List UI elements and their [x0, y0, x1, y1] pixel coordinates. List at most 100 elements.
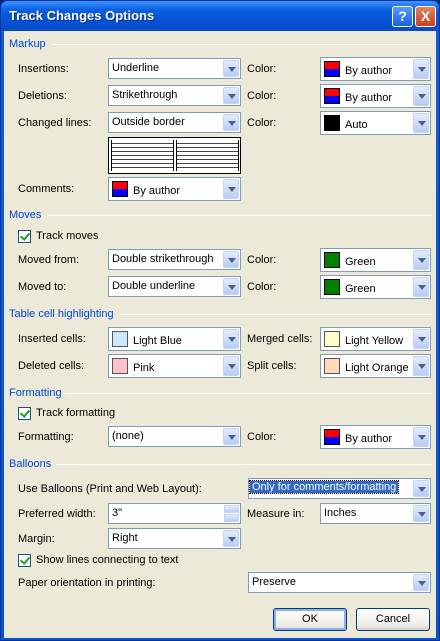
chevron-down-icon[interactable]: [223, 428, 239, 445]
margin-label: Margin:: [18, 533, 55, 545]
track-formatting-label: Track formatting: [36, 407, 116, 419]
color-swatch: [324, 279, 340, 295]
chevron-down-icon[interactable]: [413, 277, 429, 297]
color-swatch: [324, 252, 340, 268]
dialog-client: Markup Insertions: Underline Color: By a…: [4, 31, 436, 638]
use-balloons-select[interactable]: Only for comments/formatting: [248, 478, 431, 499]
color-swatch: [324, 88, 340, 104]
color-swatch: [112, 358, 128, 374]
color-swatch: [324, 331, 340, 347]
moved-to-color-select[interactable]: Green: [320, 275, 431, 299]
insertions-select[interactable]: Underline: [108, 58, 241, 79]
chevron-down-icon[interactable]: [413, 329, 429, 349]
chevron-down-icon[interactable]: [413, 59, 429, 79]
merged-cells-label: Merged cells:: [247, 333, 313, 345]
divider: [66, 393, 432, 394]
moves-group-title: Moves: [9, 209, 42, 221]
chevron-down-icon[interactable]: [223, 356, 239, 376]
color-swatch: [324, 61, 340, 77]
chevron-down-icon[interactable]: [413, 505, 429, 522]
chevron-down-icon[interactable]: [223, 179, 239, 199]
title-bar[interactable]: Track Changes Options ? X: [1, 1, 439, 31]
chevron-down-icon[interactable]: [413, 250, 429, 270]
moved-from-select[interactable]: Double strikethrough: [108, 249, 241, 270]
chevron-down-icon[interactable]: [223, 251, 239, 268]
help-button[interactable]: ?: [392, 6, 413, 27]
track-formatting-checkbox[interactable]: [18, 407, 31, 420]
changed-lines-preview: [108, 137, 241, 174]
moved-from-label: Moved from:: [18, 254, 80, 266]
formatting-label: Formatting:: [18, 431, 74, 443]
changed-lines-select[interactable]: Outside border: [108, 112, 241, 133]
show-lines-checkbox[interactable]: [18, 554, 31, 567]
formatting-select[interactable]: (none): [108, 426, 241, 447]
deletions-select[interactable]: Strikethrough: [108, 85, 241, 106]
deletions-color-label: Color:: [247, 90, 277, 102]
moved-to-color-label: Color:: [247, 281, 277, 293]
chevron-down-icon[interactable]: [223, 114, 239, 131]
insertions-label: Insertions:: [18, 63, 69, 75]
preferred-width-input[interactable]: 3": [108, 503, 241, 524]
chevron-down-icon[interactable]: [413, 574, 429, 591]
changed-lines-color-label: Color:: [247, 117, 277, 129]
chevron-down-icon[interactable]: [413, 427, 429, 447]
use-balloons-label: Use Balloons (Print and Web Layout):: [18, 483, 202, 495]
divider: [48, 215, 432, 216]
moved-from-color-label: Color:: [247, 254, 277, 266]
dialog-title: Track Changes Options: [9, 8, 155, 23]
formatting-group-title: Formatting: [9, 387, 62, 399]
color-swatch: [112, 331, 128, 347]
moved-from-color-select[interactable]: Green: [320, 248, 431, 272]
divider: [52, 44, 432, 45]
chevron-down-icon[interactable]: [223, 530, 239, 547]
insertions-color-select[interactable]: By author: [320, 57, 431, 81]
chevron-down-icon[interactable]: [223, 87, 239, 104]
chevron-down-icon[interactable]: [223, 278, 239, 295]
chevron-down-icon[interactable]: [413, 356, 429, 376]
dialog-window: Track Changes Options ? X Markup Inserti…: [0, 0, 440, 641]
divider: [56, 464, 432, 465]
split-cells-select[interactable]: Light Orange: [320, 354, 431, 378]
margin-select[interactable]: Right: [108, 528, 241, 549]
color-swatch: [324, 358, 340, 374]
formatting-color-label: Color:: [247, 431, 277, 443]
ok-button[interactable]: OK: [273, 608, 347, 631]
chevron-down-icon[interactable]: [223, 60, 239, 77]
deleted-cells-label: Deleted cells:: [18, 360, 85, 372]
divider: [120, 314, 432, 315]
chevron-down-icon[interactable]: [413, 113, 429, 133]
deleted-cells-select[interactable]: Pink: [108, 354, 241, 378]
formatting-color-select[interactable]: By author: [320, 425, 431, 449]
track-moves-checkbox[interactable]: [18, 230, 31, 243]
measure-in-select[interactable]: Inches: [320, 503, 431, 524]
split-cells-label: Split cells:: [247, 360, 297, 372]
paper-orientation-label: Paper orientation in printing:: [18, 577, 156, 589]
track-moves-label: Track moves: [36, 230, 99, 242]
spin-down-icon[interactable]: [224, 514, 239, 522]
deletions-color-select[interactable]: By author: [320, 84, 431, 108]
markup-group-title: Markup: [9, 38, 46, 50]
chevron-down-icon[interactable]: [223, 329, 239, 349]
moved-to-select[interactable]: Double underline: [108, 276, 241, 297]
close-button[interactable]: X: [415, 6, 436, 27]
cancel-button[interactable]: Cancel: [356, 608, 430, 631]
color-swatch: [324, 115, 340, 131]
preferred-width-label: Preferred width:: [18, 508, 96, 520]
comments-color-select[interactable]: By author: [108, 177, 241, 201]
show-lines-label: Show lines connecting to text: [36, 554, 179, 566]
moved-to-label: Moved to:: [18, 281, 67, 293]
inserted-cells-select[interactable]: Light Blue: [108, 327, 241, 351]
chevron-down-icon[interactable]: [413, 480, 429, 497]
deletions-label: Deletions:: [18, 90, 67, 102]
merged-cells-select[interactable]: Light Yellow: [320, 327, 431, 351]
color-swatch: [324, 429, 340, 445]
balloons-group-title: Balloons: [9, 458, 52, 470]
chevron-down-icon[interactable]: [413, 86, 429, 106]
inserted-cells-label: Inserted cells:: [18, 333, 86, 345]
changed-lines-color-select[interactable]: Auto: [320, 111, 431, 135]
spin-up-icon[interactable]: [224, 505, 239, 513]
changed-lines-label: Changed lines:: [18, 117, 92, 129]
comments-label: Comments:: [18, 183, 75, 195]
width-spinner[interactable]: [224, 505, 239, 522]
paper-orientation-select[interactable]: Preserve: [248, 572, 431, 593]
